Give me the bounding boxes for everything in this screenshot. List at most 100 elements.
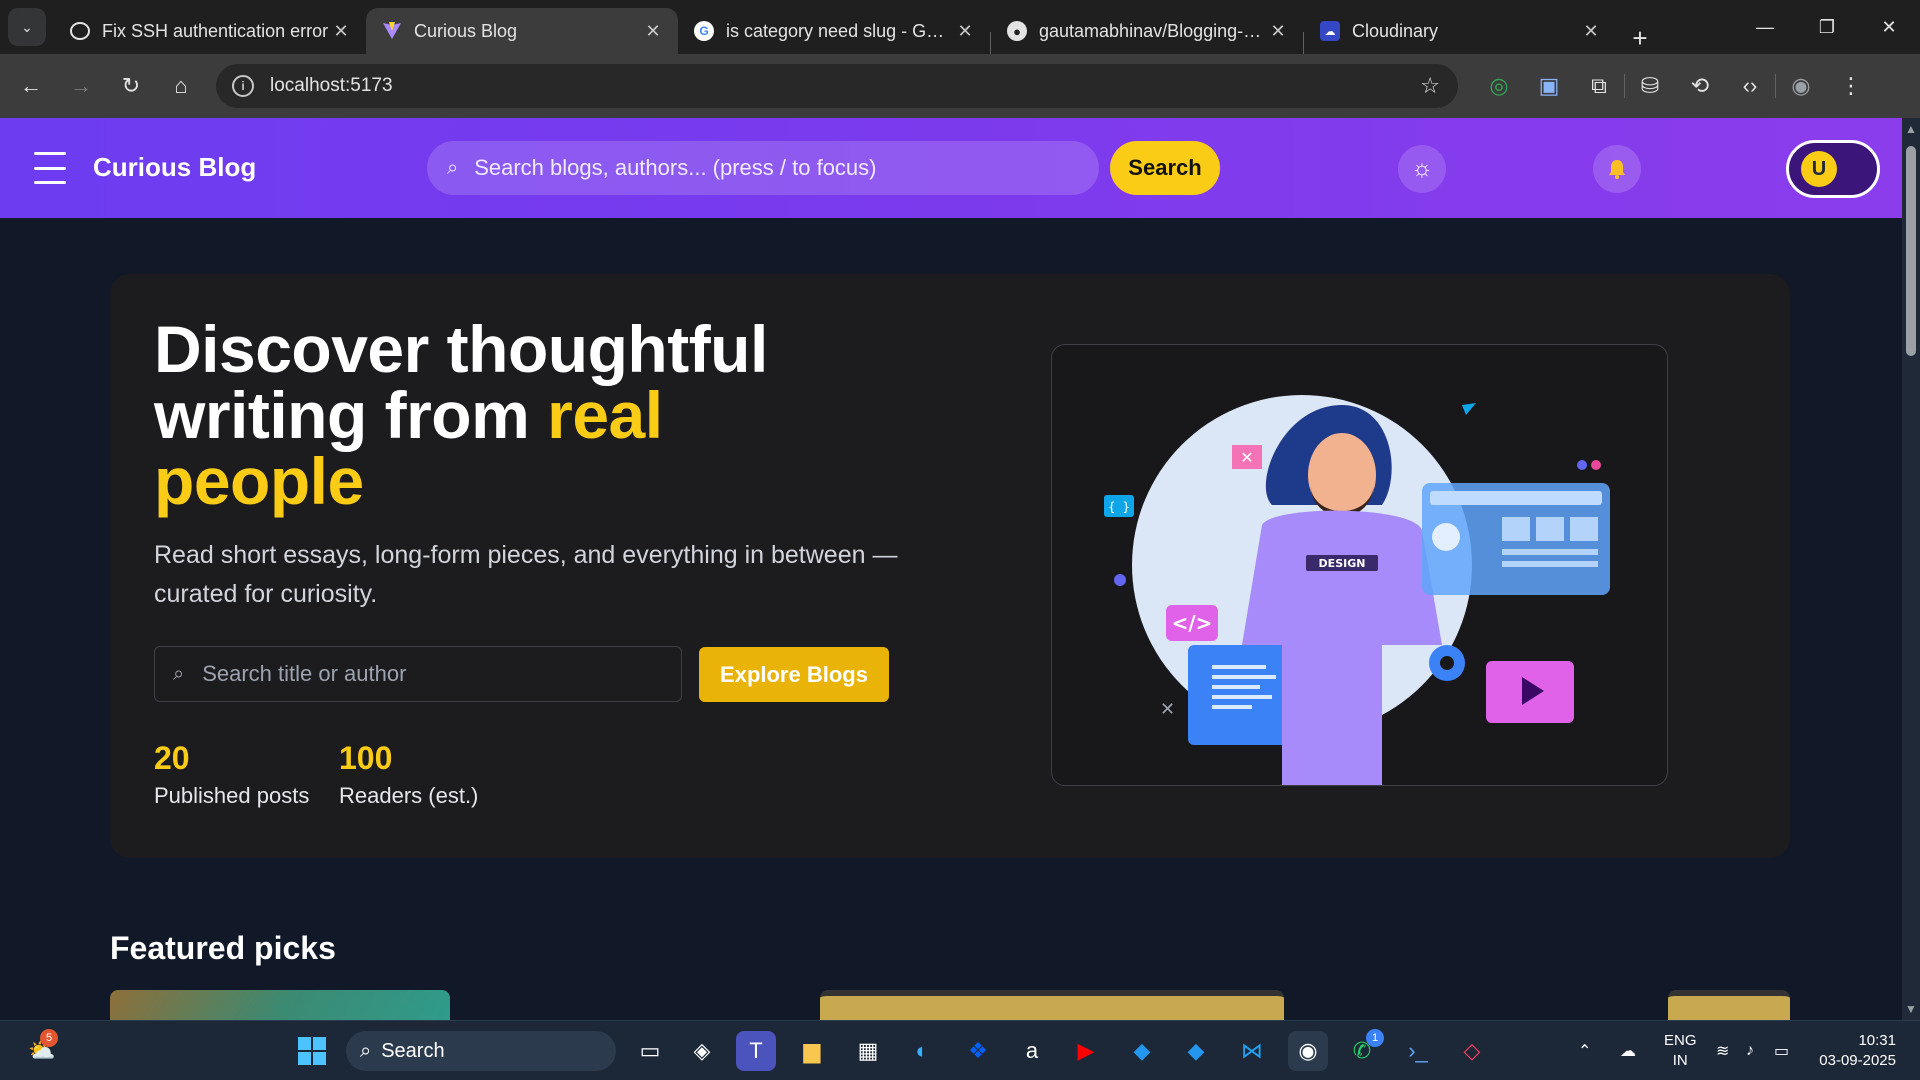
bell-icon	[1609, 160, 1625, 179]
header-search-button[interactable]: Search	[1110, 141, 1220, 195]
back-icon[interactable]: ←	[6, 64, 56, 108]
whatsapp-notification-badge: 1	[1366, 1029, 1384, 1047]
header-search-placeholder: Search blogs, authors... (press / to foc…	[474, 155, 877, 180]
close-icon[interactable]: ✕	[330, 21, 352, 42]
extension-icons: ◎ ▣ ⧉ ⛁ ⟲ ‹› ◉ ⋮	[1474, 64, 1876, 108]
tab-title: Cloudinary	[1352, 20, 1439, 41]
bookmark-star-icon[interactable]: ☆	[1420, 73, 1440, 99]
close-icon[interactable]: ✕	[954, 21, 976, 42]
url-text[interactable]: localhost:5173	[270, 75, 393, 97]
amazon-icon[interactable]: a	[1012, 1031, 1052, 1071]
taskbar-search-box[interactable]: ⌕ Search	[346, 1031, 616, 1071]
tab-cloudinary[interactable]: ☁ Cloudinary ✕	[1304, 8, 1616, 54]
language-code: ENG	[1664, 1032, 1697, 1049]
powershell-icon[interactable]: ›_	[1398, 1031, 1438, 1071]
tab-list: Fix SSH authentication error ✕ Curious B…	[54, 0, 1658, 54]
featured-card-thumbnail[interactable]	[820, 990, 1284, 1020]
input-language-indicator[interactable]: ENG IN	[1664, 1031, 1697, 1071]
close-window-icon[interactable]: ✕	[1858, 0, 1920, 54]
forward-icon[interactable]: →	[56, 64, 106, 108]
address-bar[interactable]: i localhost:5173 ☆	[216, 64, 1458, 108]
profile-avatar-icon[interactable]: ◉	[1776, 73, 1826, 99]
tab-github[interactable]: ● gautamabhinav/Blogging-Pla ✕	[991, 8, 1303, 54]
windows-taskbar: ⛅ 5 ⌕ Search ▭ ◈ T ▆ ▦ ◐ ❖ a ▶ ◆ ◆ ⋈ ◉ ✆…	[0, 1020, 1920, 1080]
devtools-code-icon[interactable]: ‹›	[1725, 73, 1775, 99]
windows-start-icon[interactable]	[292, 1031, 332, 1071]
hamburger-menu-icon[interactable]	[34, 152, 66, 184]
battery-icon[interactable]: ▭	[1774, 1021, 1789, 1080]
cloudinary-icon: ☁	[1320, 21, 1340, 41]
hero-search-placeholder: Search title or author	[202, 661, 407, 686]
svg-text:</>: </>	[1172, 611, 1213, 635]
microsoft-store-icon[interactable]: ▦	[848, 1031, 888, 1071]
hero-illustration: </> DESIGN ✕ { } ✕	[1051, 344, 1668, 786]
header-search-input[interactable]: ⌕ Search blogs, authors... (press / to f…	[427, 141, 1099, 195]
edge-icon[interactable]: ◐	[902, 1031, 942, 1071]
onedrive-icon[interactable]: ☁	[1620, 1021, 1636, 1080]
git-icon[interactable]: ◇	[1452, 1031, 1492, 1071]
explore-blogs-button[interactable]: Explore Blogs	[699, 647, 889, 702]
file-explorer-icon[interactable]: ▆	[792, 1031, 832, 1071]
extensions-puzzle-icon[interactable]: ⧉	[1574, 73, 1624, 99]
chrome-icon[interactable]: ◉	[1288, 1031, 1328, 1071]
tab-search-button[interactable]: ⌄	[8, 8, 46, 46]
theme-toggle-button[interactable]: ☼	[1398, 145, 1446, 193]
teams-icon[interactable]: T	[736, 1031, 776, 1071]
youtube-icon[interactable]: ▶	[1066, 1031, 1106, 1071]
vscode-icon[interactable]: ⋈	[1232, 1031, 1272, 1071]
task-view-icon[interactable]: ▭	[630, 1031, 670, 1071]
scrollbar-thumb[interactable]	[1906, 146, 1916, 356]
svg-text:✕: ✕	[1160, 699, 1175, 720]
svg-text:{ }: { }	[1108, 500, 1130, 514]
restore-icon[interactable]: ❐	[1796, 0, 1858, 54]
openai-icon	[70, 22, 90, 40]
featured-card-thumbnail[interactable]	[110, 990, 450, 1020]
home-icon[interactable]: ⌂	[156, 64, 206, 108]
scroll-down-arrow-icon[interactable]: ▼	[1905, 1002, 1917, 1016]
sun-icon: ☼	[1411, 155, 1433, 182]
extension-green-circle-icon[interactable]: ◎	[1474, 73, 1524, 99]
svg-text:✕: ✕	[1240, 448, 1253, 467]
site-header: Curious Blog ⌕ Search blogs, authors... …	[0, 118, 1902, 218]
hero-search-input[interactable]: ⌕ Search title or author	[154, 646, 682, 702]
tab-fix-ssh[interactable]: Fix SSH authentication error ✕	[54, 8, 366, 54]
notifications-button[interactable]	[1593, 145, 1641, 193]
site-brand[interactable]: Curious Blog	[93, 152, 256, 183]
close-icon[interactable]: ✕	[1267, 21, 1289, 42]
docker-desktop-icon[interactable]: ◆	[1176, 1031, 1216, 1071]
tab-title: is category need slug - Googl	[726, 20, 954, 41]
close-icon[interactable]: ✕	[1580, 21, 1602, 42]
copilot-icon[interactable]: ◈	[682, 1031, 722, 1071]
page-scrollbar[interactable]: ▲ ▼	[1902, 118, 1920, 1020]
volume-icon[interactable]: ♪	[1746, 1021, 1754, 1080]
incognito-icon[interactable]: ⛁	[1625, 73, 1675, 99]
show-hidden-icons-chevron-icon[interactable]: ⌃	[1578, 1021, 1591, 1080]
reload-icon[interactable]: ↻	[106, 64, 156, 108]
tab-google-search[interactable]: G is category need slug - Googl ✕	[678, 8, 990, 54]
system-clock[interactable]: 10:31 03-09-2025	[1819, 1031, 1896, 1071]
stat-value: 100	[339, 740, 393, 776]
dropbox-icon[interactable]: ❖	[958, 1031, 998, 1071]
featured-card-thumbnail[interactable]	[1668, 990, 1790, 1020]
site-info-icon[interactable]: i	[232, 75, 254, 97]
window-controls: — ❐ ✕	[1734, 0, 1920, 54]
wifi-icon[interactable]: ≋	[1716, 1021, 1729, 1080]
scroll-up-arrow-icon[interactable]: ▲	[1905, 122, 1917, 136]
taskbar-search-label: Search	[381, 1039, 445, 1062]
stat-label: Readers (est.)	[339, 783, 479, 808]
translate-icon[interactable]: ▣	[1524, 73, 1574, 99]
menu-kebab-icon[interactable]: ⋮	[1826, 73, 1876, 99]
user-menu-button[interactable]: U	[1786, 140, 1880, 198]
stat-value: 20	[154, 740, 190, 776]
minimize-icon[interactable]: —	[1734, 0, 1796, 54]
search-icon: ⌕	[447, 156, 459, 179]
stat-published-posts: 20 Published posts	[154, 740, 309, 809]
history-icon[interactable]: ⟲	[1675, 73, 1725, 99]
page-viewport: Curious Blog ⌕ Search blogs, authors... …	[0, 118, 1902, 1020]
google-icon: G	[694, 21, 714, 41]
close-icon[interactable]: ✕	[642, 21, 664, 42]
hero-section: Discover thoughtful writing from real pe…	[110, 274, 1790, 858]
docker-icon[interactable]: ◆	[1122, 1031, 1162, 1071]
tab-curious-blog[interactable]: Curious Blog ✕	[366, 8, 678, 54]
new-tab-button[interactable]: +	[1622, 23, 1658, 54]
